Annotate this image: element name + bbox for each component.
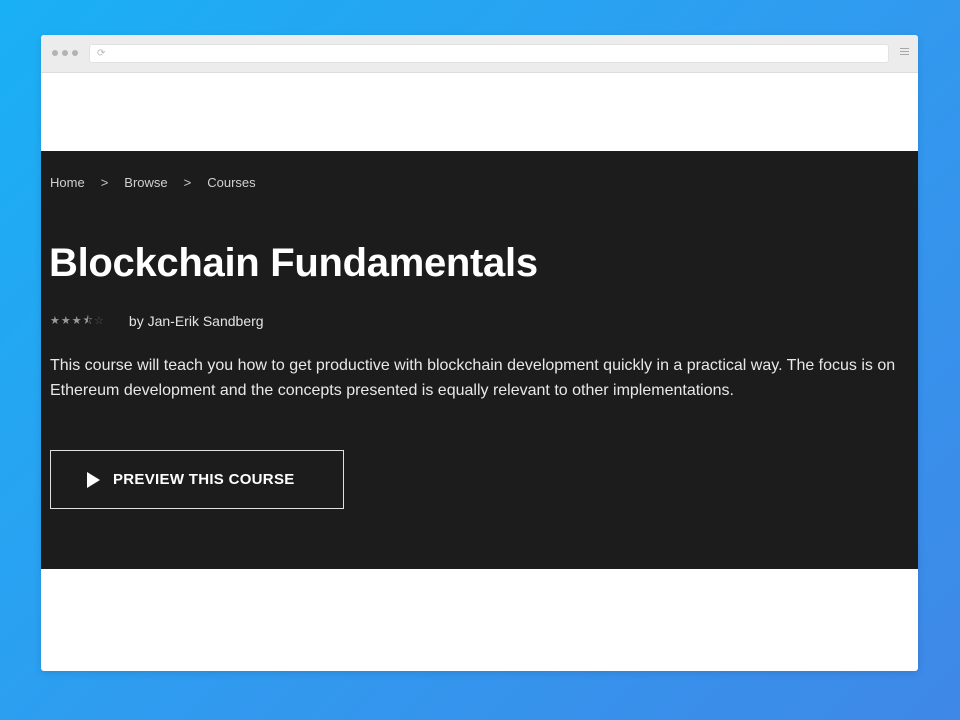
window-controls	[52, 50, 78, 56]
course-hero: Home > Browse > Courses Blockchain Funda…	[41, 151, 918, 569]
course-title: Blockchain Fundamentals	[49, 241, 538, 285]
browser-chrome: ⟳	[41, 35, 918, 73]
play-icon	[87, 471, 100, 488]
course-meta: ★ ★ ★ ⯪ ☆ by Jan-Erik Sandberg	[50, 313, 264, 329]
rating-stars: ★ ★ ★ ⯪ ☆	[50, 315, 104, 327]
star-half-icon: ⯪	[82, 315, 94, 327]
site-header-area	[41, 73, 918, 150]
breadcrumb-home[interactable]: Home	[50, 175, 85, 190]
course-author[interactable]: by Jan-Erik Sandberg	[129, 313, 264, 329]
star-icon: ★	[50, 315, 60, 327]
window-dot-maximize[interactable]	[72, 50, 78, 56]
hamburger-icon[interactable]	[900, 48, 909, 57]
star-icon: ★	[71, 315, 82, 327]
breadcrumb-separator: >	[100, 175, 109, 190]
breadcrumb-browse[interactable]: Browse	[124, 175, 167, 190]
breadcrumb-separator: >	[183, 175, 192, 190]
star-empty-icon: ☆	[94, 315, 104, 327]
breadcrumb-courses[interactable]: Courses	[207, 175, 255, 190]
window-dot-close[interactable]	[52, 50, 58, 56]
course-description: This course will teach you how to get pr…	[50, 357, 896, 399]
star-icon: ★	[60, 315, 71, 327]
preview-button-label: PREVIEW THIS COURSE	[113, 471, 295, 488]
breadcrumb: Home > Browse > Courses	[50, 175, 256, 190]
address-bar[interactable]: ⟳	[89, 44, 889, 63]
window-dot-minimize[interactable]	[62, 50, 68, 56]
preview-course-button[interactable]: PREVIEW THIS COURSE	[50, 450, 344, 509]
reload-icon[interactable]: ⟳	[97, 48, 105, 60]
browser-window: ⟳ Home > Browse > Courses Blockchain Fun…	[41, 35, 918, 671]
